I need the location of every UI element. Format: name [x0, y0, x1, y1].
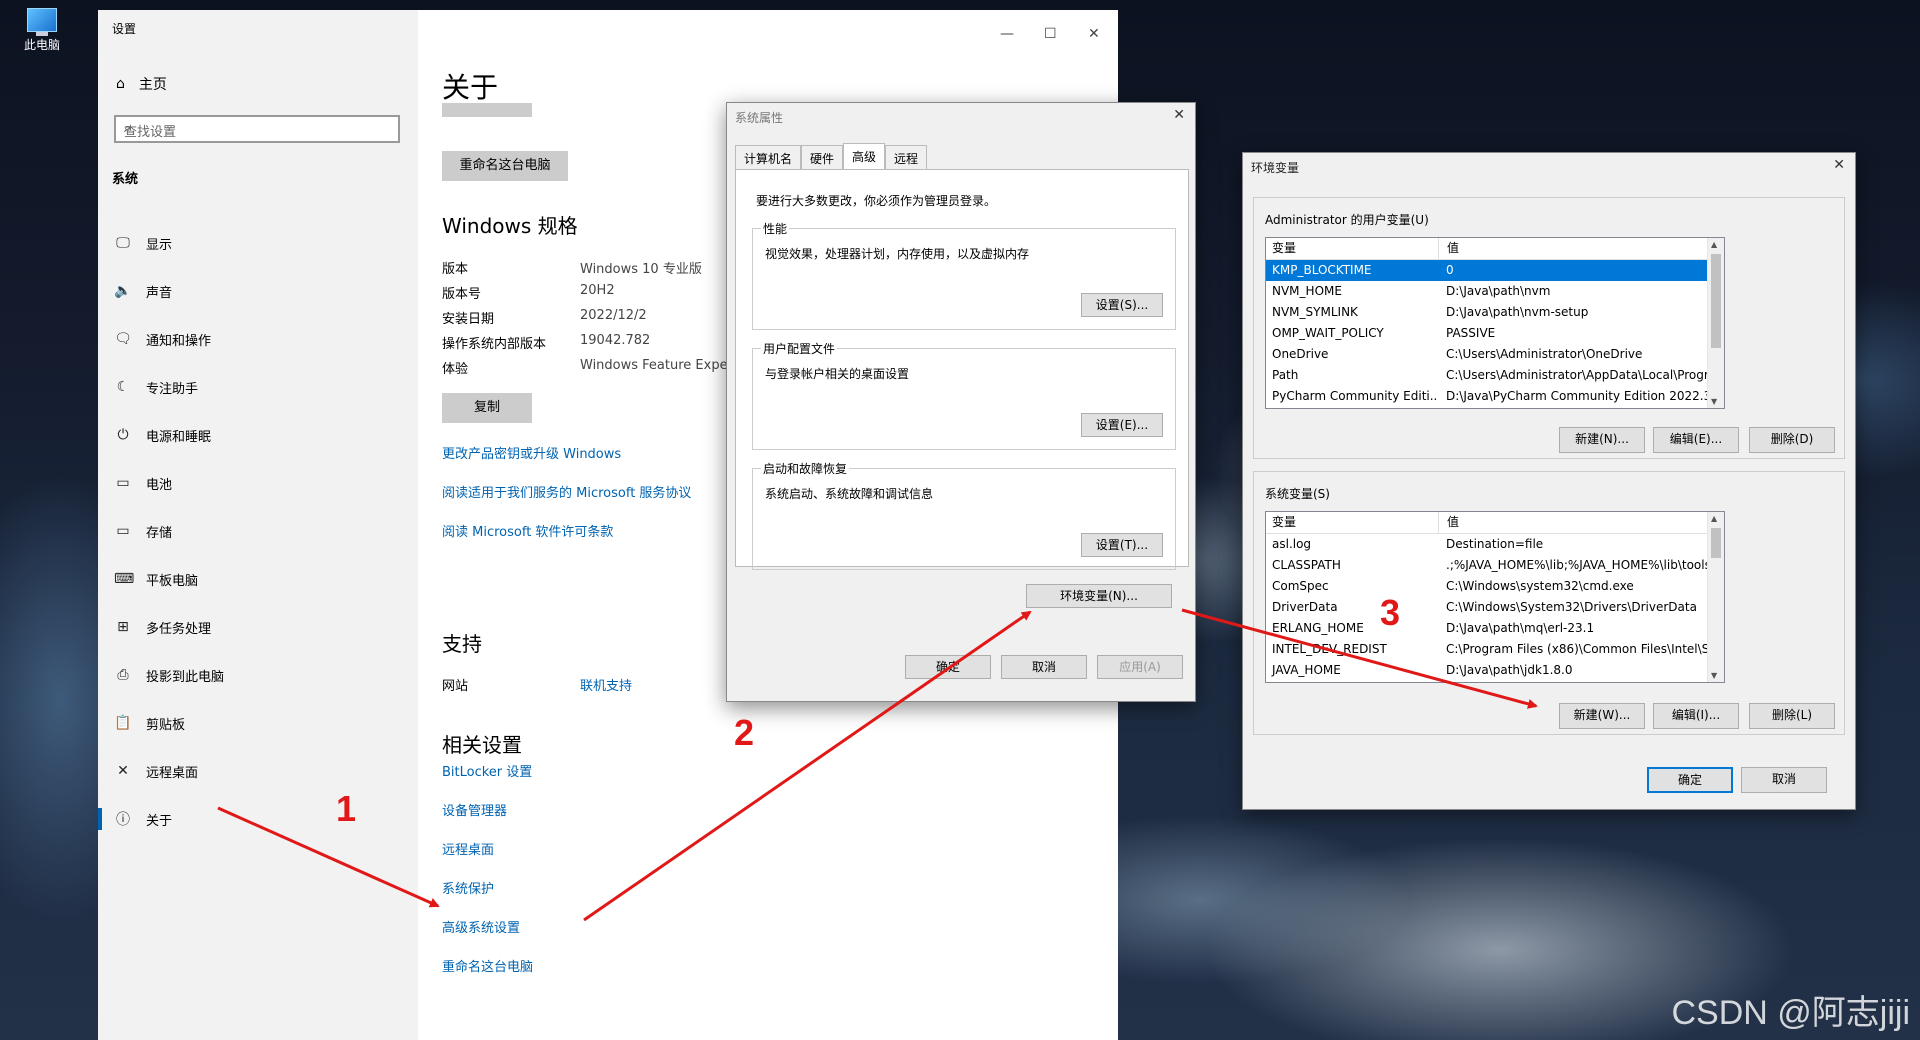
annotation-arrows [217, 608, 1538, 922]
arrow-2 [583, 610, 1032, 922]
csdn-watermark: CSDN @阿志jiji [1671, 994, 1910, 1032]
annotation-number-2: 2 [734, 712, 755, 753]
annotation-number-1: 1 [336, 788, 357, 829]
arrow-1 [217, 806, 440, 908]
arrow-3 [1181, 608, 1538, 709]
annotation-number-3: 3 [1380, 592, 1401, 633]
